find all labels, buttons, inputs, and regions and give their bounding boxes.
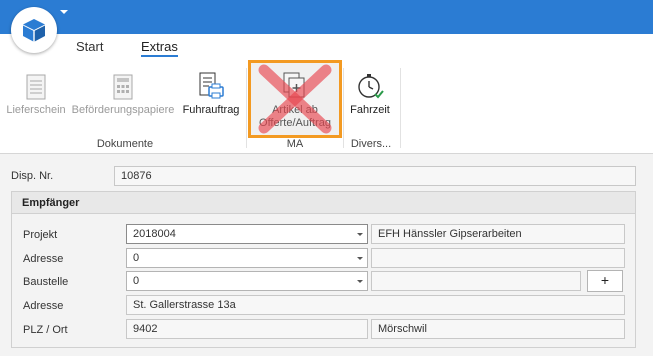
projekt-value: 2018004 xyxy=(133,228,176,240)
red-cross-icon xyxy=(258,64,332,134)
form-area: Disp. Nr. 10876 Empfänger Projekt 201800… xyxy=(0,154,653,356)
adresse-select-label: Adresse xyxy=(23,253,64,265)
projekt-label: Projekt xyxy=(23,229,58,241)
ort-field[interactable]: Mörschwil xyxy=(371,319,625,339)
fahrzeit-button[interactable]: Fahrzeit xyxy=(346,66,394,134)
baustelle-value: 0 xyxy=(133,275,140,287)
adresse-field[interactable]: St. Gallerstrasse 13a xyxy=(126,295,625,315)
chevron-down-icon[interactable] xyxy=(357,257,363,260)
adresse-combo[interactable]: 0 xyxy=(126,248,368,268)
stopwatch-icon xyxy=(358,74,384,99)
group-label-dokumente: Dokumente xyxy=(96,138,154,150)
chevron-down-icon[interactable] xyxy=(357,233,363,236)
chevron-down-icon[interactable] xyxy=(357,280,363,283)
ribbon-tabstrip: Start Extras xyxy=(0,34,653,60)
adresse-label: Adresse xyxy=(23,300,64,312)
group-separator xyxy=(400,68,401,148)
add-baustelle-button[interactable]: + xyxy=(587,270,623,292)
baustelle-description xyxy=(371,271,581,291)
tab-extras[interactable]: Extras xyxy=(141,39,178,57)
fahrzeit-label: Fahrzeit xyxy=(350,104,390,116)
box-logo-icon xyxy=(23,19,45,42)
app-menu-chevron-icon[interactable] xyxy=(60,10,68,14)
baustelle-combo[interactable]: 0 xyxy=(126,271,368,291)
empfaenger-panel: Empfänger Projekt 2018004 EFH Hänssler G… xyxy=(11,191,636,348)
calculator-document-icon xyxy=(113,74,133,100)
adresse-combo-value: 0 xyxy=(133,252,140,264)
tab-start[interactable]: Start xyxy=(76,39,103,54)
befoerderungspapiere-label: Beförderungspapiere xyxy=(71,104,175,116)
lieferschein-button[interactable]: Lieferschein xyxy=(6,66,66,134)
group-separator xyxy=(343,68,344,148)
title-bar xyxy=(0,0,653,34)
fuhrauftrag-label: Fuhrauftrag xyxy=(182,104,240,116)
fuhrauftrag-button[interactable]: Fuhrauftrag xyxy=(178,66,244,134)
plz-field[interactable]: 9402 xyxy=(126,319,368,339)
plz-ort-label: PLZ / Ort xyxy=(23,324,68,336)
baustelle-label: Baustelle xyxy=(23,276,69,288)
document-icon xyxy=(26,74,46,100)
group-label-divers: Divers... xyxy=(350,138,392,150)
projekt-description: EFH Hänssler Gipserarbeiten xyxy=(371,224,625,244)
lieferschein-label: Lieferschein xyxy=(6,104,66,116)
adresse-description xyxy=(371,248,625,268)
ribbon: Lieferschein Beförderungspapiere Fuhrauf… xyxy=(0,60,653,154)
group-separator xyxy=(246,68,247,148)
empfaenger-header: Empfänger xyxy=(12,192,635,214)
disp-nr-field[interactable]: 10876 xyxy=(114,166,636,186)
group-label-ma: MA xyxy=(286,138,304,150)
disp-nr-label: Disp. Nr. xyxy=(11,170,54,182)
befoerderungspapiere-button[interactable]: Beförderungspapiere xyxy=(70,66,176,134)
projekt-combo[interactable]: 2018004 xyxy=(126,224,368,244)
app-logo-button[interactable] xyxy=(11,7,57,53)
print-document-icon xyxy=(199,72,224,99)
